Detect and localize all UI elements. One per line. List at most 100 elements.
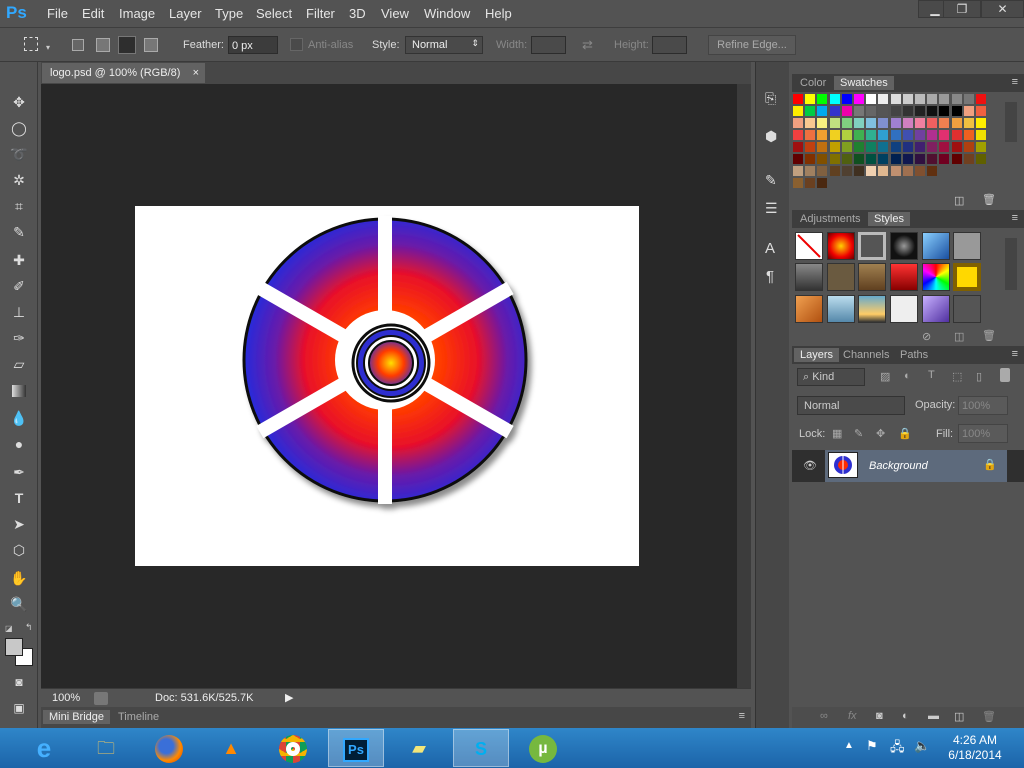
style-none[interactable] — [795, 232, 823, 260]
color-swatch[interactable] — [927, 154, 938, 164]
magic-wand-icon[interactable]: ✲ — [9, 170, 29, 190]
style-preset[interactable] — [858, 295, 886, 323]
panel-menu-icon[interactable]: ≡ — [1012, 348, 1018, 360]
height-input[interactable] — [652, 36, 687, 54]
delete-swatch-icon[interactable]: 🗑 — [982, 193, 996, 206]
color-swatch[interactable] — [841, 94, 852, 104]
foreground-color-swatch[interactable] — [5, 638, 23, 656]
color-swatch[interactable] — [951, 118, 962, 128]
color-swatch[interactable] — [829, 142, 840, 152]
crop-tool-icon[interactable]: ⌗ — [9, 196, 29, 216]
delete-layer-icon[interactable]: 🗑 — [982, 710, 996, 723]
intersect-selection-icon[interactable] — [144, 38, 158, 52]
color-swatch[interactable] — [854, 142, 864, 152]
color-swatch[interactable] — [793, 130, 803, 140]
tab-styles[interactable]: Styles — [868, 212, 910, 226]
color-swatch[interactable] — [927, 106, 938, 116]
lock-all-icon[interactable]: 🔒 — [898, 427, 912, 440]
add-to-selection-icon[interactable] — [96, 38, 110, 52]
utorrent-icon[interactable]: µ — [515, 729, 571, 767]
skype-icon[interactable]: S — [453, 729, 509, 767]
menu-file[interactable]: File — [47, 6, 68, 21]
dodge-tool-icon[interactable]: ● — [9, 434, 29, 454]
style-preset[interactable] — [858, 263, 886, 291]
tab-channels[interactable]: Channels — [843, 349, 889, 361]
photoshop-icon[interactable]: Ps — [328, 729, 384, 767]
color-swatch[interactable] — [915, 94, 925, 104]
quick-mask-icon[interactable]: ◙ — [9, 672, 29, 692]
color-swatch[interactable] — [890, 94, 901, 104]
color-swatch[interactable] — [805, 166, 816, 176]
adjustment-layer-icon[interactable]: ◐ — [902, 710, 909, 722]
show-hidden-icons-icon[interactable]: ▲ — [844, 740, 854, 751]
color-swatch[interactable] — [902, 106, 913, 116]
color-swatch[interactable] — [927, 166, 938, 176]
menu-edit[interactable]: Edit — [82, 6, 104, 21]
color-swatch[interactable] — [805, 142, 816, 152]
color-swatch[interactable] — [902, 118, 913, 128]
file-explorer-icon[interactable]: 🗀 — [78, 729, 134, 767]
color-swatch[interactable] — [805, 154, 816, 164]
zoom-level[interactable]: 100% — [52, 692, 80, 704]
color-swatch[interactable] — [829, 130, 840, 140]
color-swatch[interactable] — [829, 106, 840, 116]
close-document-icon[interactable]: × — [193, 63, 199, 83]
vertical-scrollbar[interactable] — [737, 84, 751, 688]
clone-stamp-icon[interactable]: ⊥ — [9, 302, 29, 322]
healing-brush-icon[interactable]: ✚ — [9, 250, 29, 270]
filter-smart-object-icon[interactable]: ▯ — [976, 370, 982, 383]
color-swatch[interactable] — [817, 118, 828, 128]
lock-transparent-icon[interactable]: ▦ — [832, 427, 842, 440]
color-swatch[interactable] — [841, 106, 852, 116]
delete-style-icon[interactable]: 🗑 — [982, 329, 996, 342]
tab-color[interactable]: Color — [800, 77, 826, 89]
status-expand-icon[interactable]: ▶ — [285, 691, 293, 704]
color-swatch[interactable] — [976, 130, 986, 140]
zoom-tool-icon[interactable]: 🔍 — [9, 594, 29, 614]
color-swatch[interactable] — [854, 130, 864, 140]
blend-mode-dropdown[interactable]: Normal — [797, 396, 905, 415]
filter-pixel-icon[interactable]: ▨ — [880, 370, 890, 383]
color-swatch[interactable] — [915, 154, 925, 164]
panel-menu-icon[interactable]: ≡ — [1012, 76, 1018, 88]
color-swatch[interactable] — [829, 94, 840, 104]
color-swatch[interactable] — [866, 130, 877, 140]
layer-filter-dropdown[interactable]: ⌕ Kind — [797, 368, 865, 386]
filter-type-icon[interactable]: T — [928, 369, 935, 381]
brush-tool-icon[interactable]: ✐ — [9, 276, 29, 296]
color-swatch[interactable] — [890, 166, 901, 176]
color-swatch[interactable] — [902, 154, 913, 164]
style-preset[interactable] — [827, 295, 855, 323]
ie-icon[interactable]: e — [16, 729, 72, 767]
styles-scrollbar[interactable] — [1005, 238, 1017, 290]
color-swatch[interactable] — [939, 118, 950, 128]
color-swatch[interactable] — [915, 166, 925, 176]
color-swatch[interactable] — [963, 106, 974, 116]
panel-menu-icon[interactable]: ≡ — [739, 710, 745, 722]
new-layer-icon[interactable]: ◫ — [954, 710, 964, 723]
fill-input[interactable]: 100% — [958, 424, 1008, 443]
color-swatch[interactable] — [963, 142, 974, 152]
style-preset[interactable] — [827, 263, 855, 291]
color-swatch[interactable] — [927, 142, 938, 152]
tab-paths[interactable]: Paths — [900, 349, 928, 361]
eyedropper-icon[interactable]: ✎ — [9, 222, 29, 242]
marquee-tool-preset-icon[interactable] — [24, 37, 38, 51]
layer-row-background[interactable]: Background 🔒 — [825, 450, 1007, 482]
color-swatch[interactable] — [878, 130, 889, 140]
filter-adjustment-icon[interactable]: ◐ — [904, 370, 911, 382]
character-panel-icon[interactable]: A — [765, 240, 775, 257]
color-swatch[interactable] — [817, 154, 828, 164]
tab-adjustments[interactable]: Adjustments — [800, 213, 861, 225]
color-swatch[interactable] — [939, 154, 950, 164]
history-brush-icon[interactable]: ✑ — [9, 328, 29, 348]
color-swatch[interactable] — [976, 118, 986, 128]
width-input[interactable] — [531, 36, 566, 54]
color-swatch[interactable] — [927, 130, 938, 140]
default-colors-icon[interactable]: ◪ — [5, 624, 13, 633]
new-swatch-icon[interactable]: ◫ — [954, 194, 964, 207]
style-preset[interactable] — [922, 295, 950, 323]
hand-tool-icon[interactable]: ✋ — [9, 568, 29, 588]
color-swatch[interactable] — [890, 154, 901, 164]
color-swatch[interactable] — [793, 154, 803, 164]
